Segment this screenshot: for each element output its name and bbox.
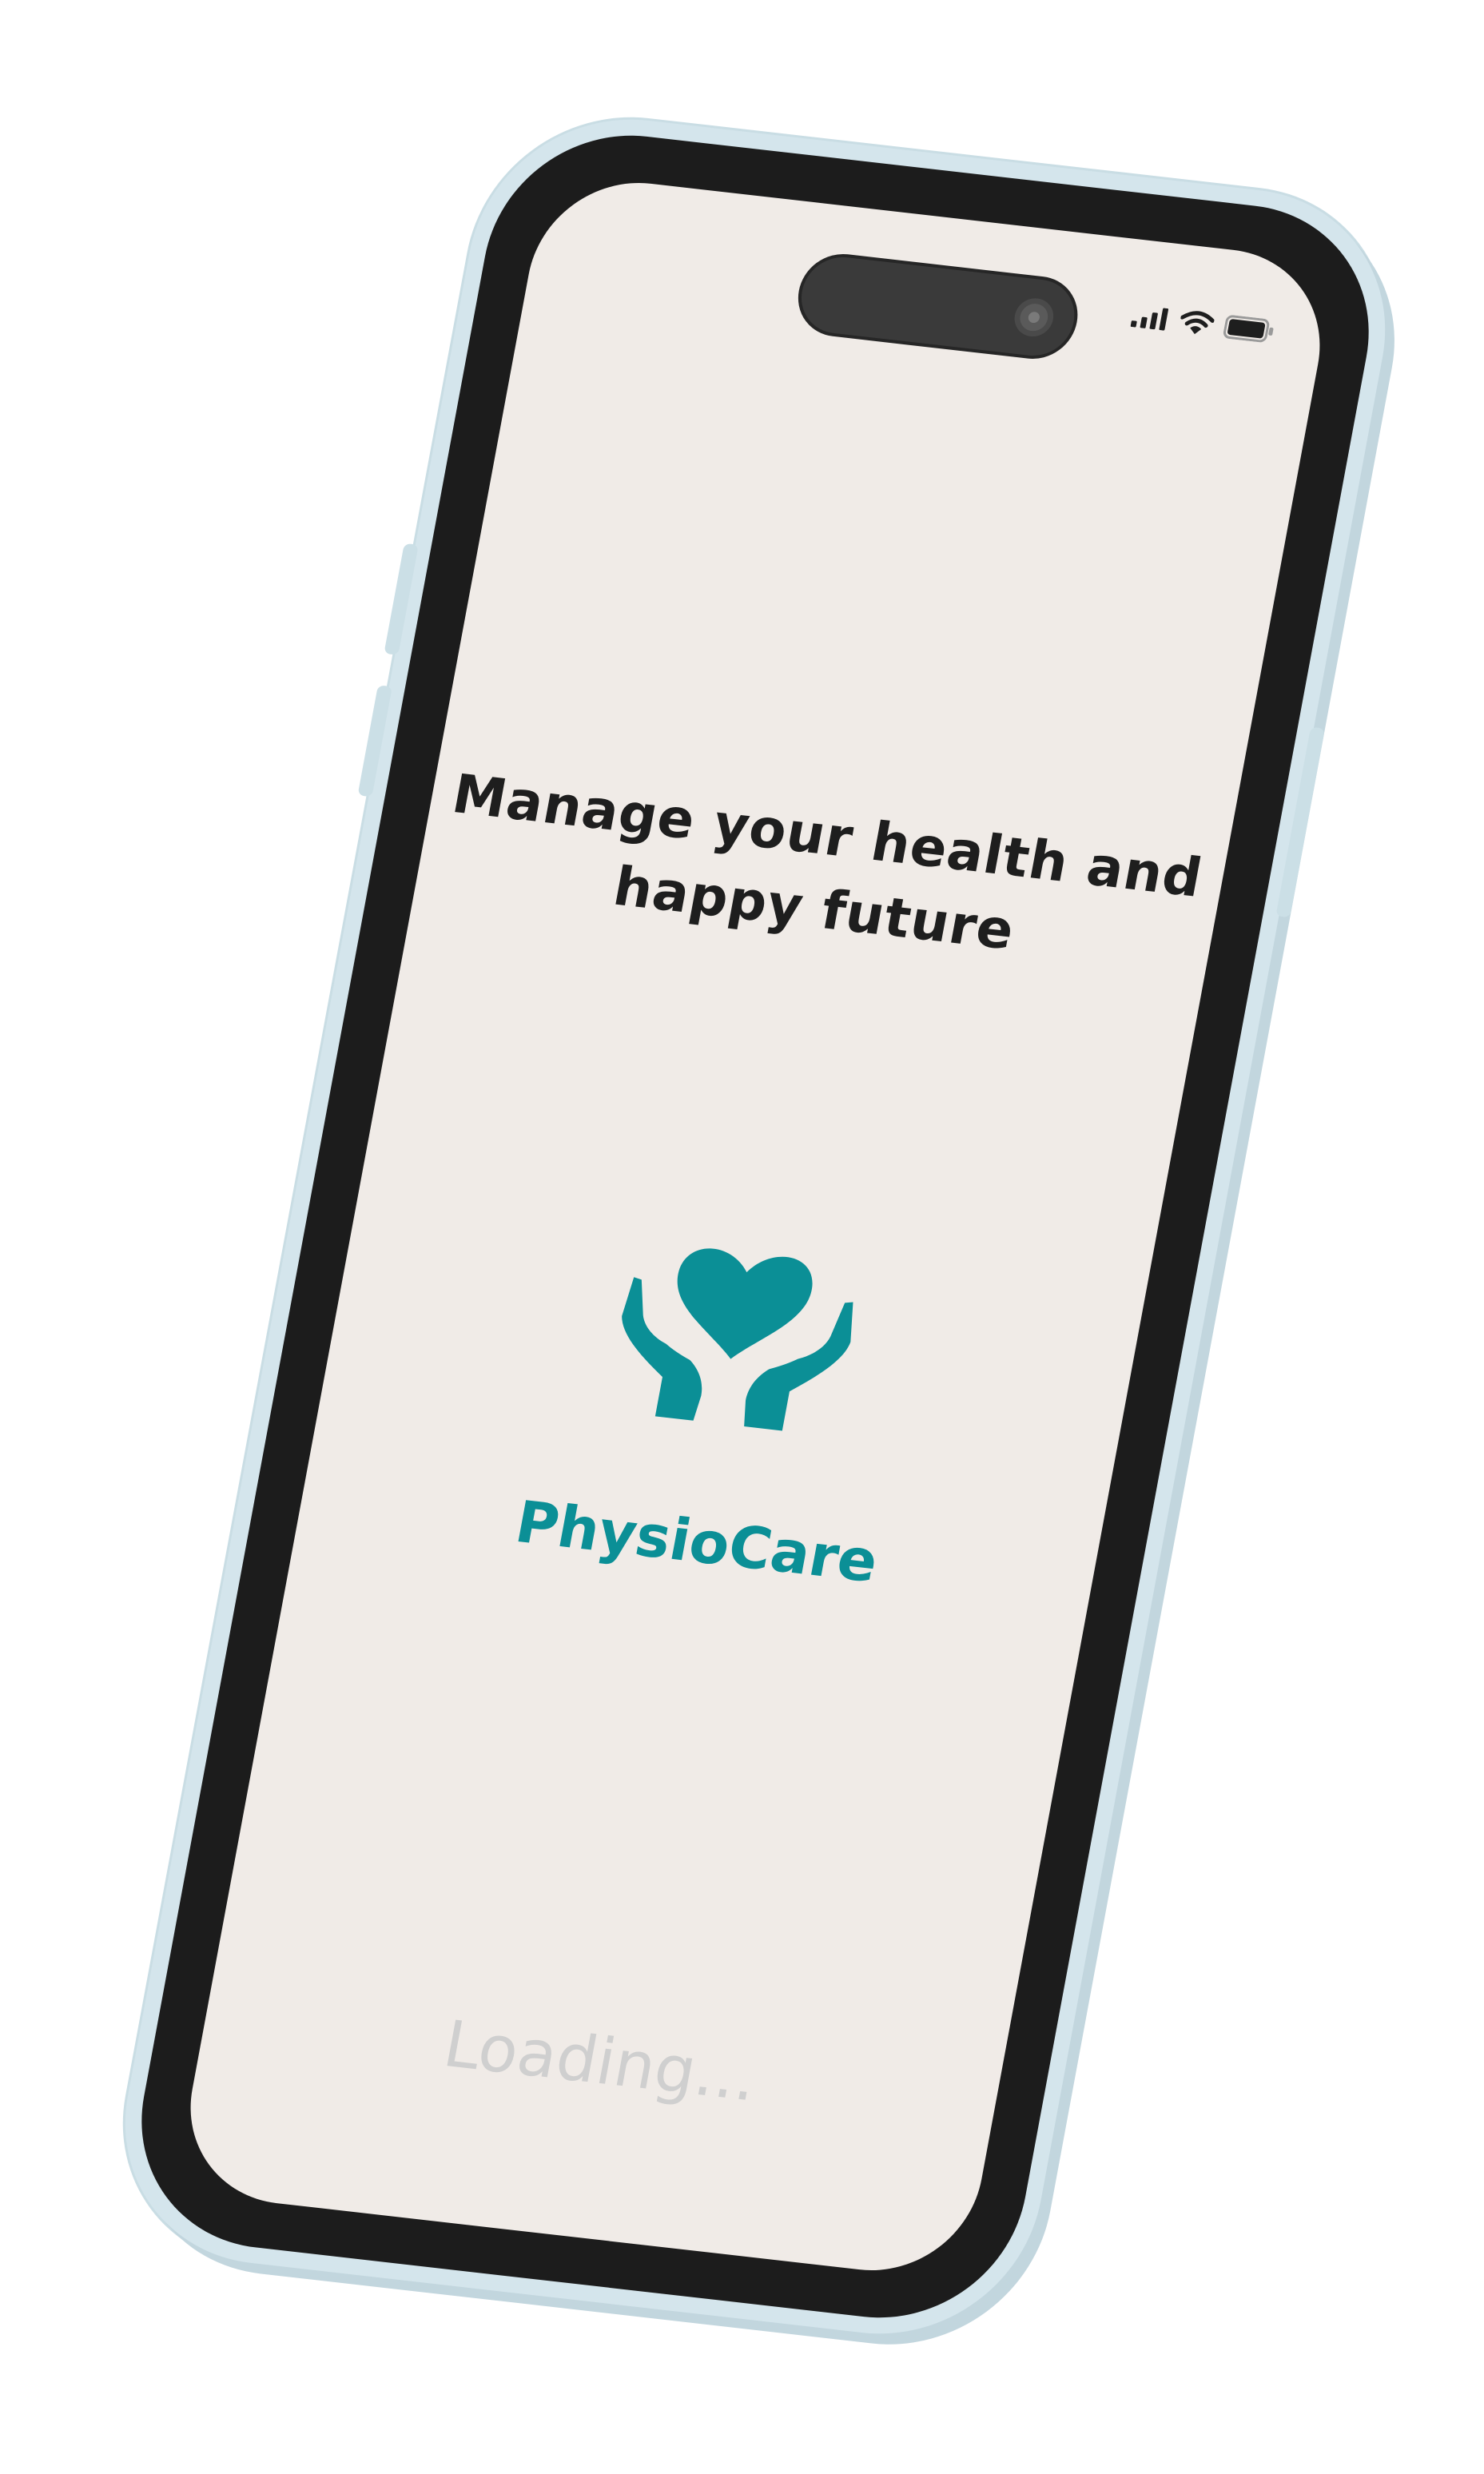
app-screen: Manage your health and happy future Phys… — [173, 172, 1338, 2281]
status-bar — [1130, 303, 1276, 344]
headline: Manage your health and happy future — [413, 755, 1229, 990]
loading-indicator-text: Loading... — [438, 2007, 763, 2116]
dynamic-island — [791, 249, 1085, 364]
phone-mockup: Manage your health and happy future Phys… — [100, 103, 1410, 2350]
cellular-signal-icon — [1130, 308, 1169, 331]
brand-name: PhysioCare — [510, 1488, 884, 1596]
phone-bezel: Manage your health and happy future Phys… — [118, 121, 1392, 2333]
wifi-icon — [1180, 311, 1215, 335]
front-camera — [1011, 296, 1057, 339]
battery-icon — [1223, 315, 1274, 343]
hands-holding-heart-icon — [622, 1248, 853, 1431]
